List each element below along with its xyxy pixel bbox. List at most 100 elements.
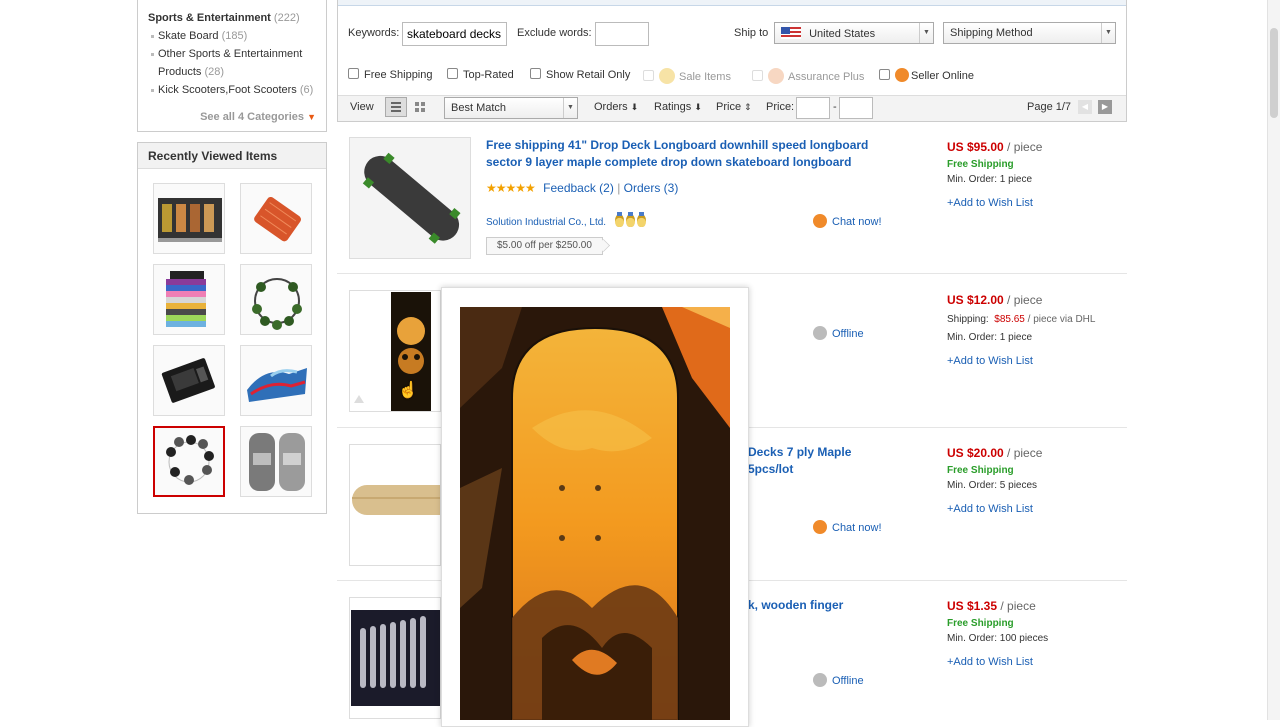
see-all-label[interactable]: See all 4 Categories xyxy=(200,111,304,123)
checkbox-box[interactable] xyxy=(447,68,458,79)
offline-status: Offline xyxy=(813,673,864,687)
recent-item-thumb-selected[interactable] xyxy=(153,426,225,497)
shipping-method-select[interactable]: Shipping Method ▼ xyxy=(943,22,1116,44)
rating-stars-icon: ★★★★★ xyxy=(486,181,536,195)
ship-to-select[interactable]: United States ▼ xyxy=(774,22,934,44)
show-retail-checkbox[interactable]: Show Retail Only xyxy=(530,68,630,81)
checkbox-box[interactable] xyxy=(643,70,654,81)
recent-item-thumb[interactable] xyxy=(153,183,225,254)
product-image[interactable] xyxy=(349,444,441,566)
product-title-line[interactable]: Decks 7 ply Maple xyxy=(748,444,851,461)
sort-orders-label: Orders xyxy=(594,101,628,113)
recent-item-thumb[interactable] xyxy=(153,345,225,416)
keywords-input[interactable] xyxy=(402,22,507,46)
list-view-icon[interactable] xyxy=(385,97,407,117)
add-to-wish-list-link[interactable]: +Add to Wish List xyxy=(947,197,1033,209)
product-title-line[interactable]: 5pcs/lot xyxy=(748,461,851,478)
checkbox-box[interactable] xyxy=(752,70,763,81)
product-title-link[interactable]: Free shipping 41" Drop Deck Longboard do… xyxy=(486,137,916,171)
subcategory-count: (28) xyxy=(204,66,225,78)
subcategory-label[interactable]: Skate Board xyxy=(158,30,219,42)
price-max-input[interactable] xyxy=(839,97,873,119)
prev-page-icon[interactable]: ◀ xyxy=(1078,100,1092,114)
arrow-down-icon: ⬇ xyxy=(630,102,639,112)
ship-to-label: Ship to xyxy=(734,27,769,39)
scrollbar-thumb[interactable] xyxy=(1270,28,1278,118)
price-min-input[interactable] xyxy=(796,97,830,119)
product-image[interactable] xyxy=(349,137,471,259)
grid-view-icon[interactable] xyxy=(415,102,425,112)
chat-label[interactable]: Chat now! xyxy=(832,522,882,534)
free-shipping-text: Free Shipping xyxy=(947,465,1014,476)
subcategory-other-sports[interactable]: Other Sports & Entertainment Products (2… xyxy=(148,45,316,81)
sort-price[interactable]: Price ⇕ xyxy=(716,101,752,113)
category-main[interactable]: Sports & Entertainment (222) xyxy=(148,12,316,24)
product-title-link[interactable]: k, wooden finger xyxy=(748,597,843,614)
price-unit: / piece xyxy=(1003,140,1043,154)
shipping-cost: $85.65 xyxy=(994,314,1025,325)
subcategory-count: (6) xyxy=(299,84,314,96)
subcategory-skate-board[interactable]: Skate Board (185) xyxy=(148,27,316,45)
assurance-plus-checkbox[interactable]: Assurance Plus xyxy=(752,68,864,84)
product-title-link[interactable]: Decks 7 ply Maple 5pcs/lot xyxy=(748,444,851,478)
product-title-line[interactable]: Free shipping 41" Drop Deck Longboard do… xyxy=(486,137,916,154)
product-title-line[interactable]: sector 9 layer maple complete drop down … xyxy=(486,154,916,171)
seller-link[interactable]: Solution Industrial Co., Ltd. xyxy=(486,212,646,228)
next-page-icon[interactable]: ▶ xyxy=(1098,100,1112,114)
checkbox-label: Assurance Plus xyxy=(788,71,865,83)
subcategory-label[interactable]: Other Sports & Entertainment Products xyxy=(158,48,302,78)
sort-price-label: Price xyxy=(716,101,742,113)
seller-online-checkbox[interactable]: Seller Online xyxy=(879,68,974,82)
category-box: Sports & Entertainment (222) Skate Board… xyxy=(137,0,327,132)
sort-select[interactable]: Best Match ▼ xyxy=(444,97,578,119)
recent-item-thumb[interactable] xyxy=(240,426,312,497)
triangle-down-icon: ▼ xyxy=(307,112,316,122)
product-image[interactable] xyxy=(349,290,441,412)
chat-now-link[interactable]: Chat now! xyxy=(813,214,882,228)
min-order-text: Min. Order: 100 pieces xyxy=(947,633,1049,644)
checkbox-box[interactable] xyxy=(879,69,890,80)
recent-item-thumb[interactable] xyxy=(240,183,312,254)
page-scrollbar[interactable] xyxy=(1267,0,1280,720)
product-thumb-image xyxy=(247,368,307,402)
gold-medal-icon xyxy=(625,212,635,227)
product-image[interactable] xyxy=(349,597,441,719)
shipping-method-value: Shipping Method xyxy=(950,27,1033,39)
add-to-wish-list-link[interactable]: +Add to Wish List xyxy=(947,355,1033,367)
add-to-wish-list-link[interactable]: +Add to Wish List xyxy=(947,656,1033,668)
subcategory-kick-scooters[interactable]: Kick Scooters,Foot Scooters (6) xyxy=(148,81,316,99)
offline-face-icon xyxy=(813,673,827,687)
checkbox-box[interactable] xyxy=(530,68,541,79)
recent-item-thumb[interactable] xyxy=(153,264,225,335)
product-price: US $1.35 / piece xyxy=(947,599,1036,613)
add-to-wish-list-link[interactable]: +Add to Wish List xyxy=(947,503,1033,515)
free-shipping-checkbox[interactable]: Free Shipping xyxy=(348,68,433,81)
sort-ratings[interactable]: Ratings ⬇ xyxy=(654,101,702,113)
row-divider xyxy=(337,273,1127,274)
view-label: View xyxy=(350,101,374,113)
coupon-tag[interactable]: $5.00 off per $250.00 xyxy=(486,237,603,255)
chevron-down-icon: ▼ xyxy=(563,98,577,118)
checkbox-label: Show Retail Only xyxy=(546,69,631,81)
product-thumb-image xyxy=(254,196,301,242)
seller-name[interactable]: Solution Industrial Co., Ltd. xyxy=(486,217,606,228)
chat-now-link[interactable]: Chat now! xyxy=(813,520,882,534)
price-unit: / piece xyxy=(1003,446,1043,460)
sort-updown-icon: ⇕ xyxy=(744,102,752,112)
top-rated-checkbox[interactable]: Top-Rated xyxy=(447,68,514,81)
recent-item-thumb[interactable] xyxy=(240,264,312,335)
sort-orders[interactable]: Orders ⬇ xyxy=(594,101,638,113)
online-face-icon xyxy=(895,68,909,82)
chevron-down-icon: ▼ xyxy=(919,23,933,43)
sale-items-checkbox[interactable]: Sale Items xyxy=(643,68,731,84)
checkbox-box[interactable] xyxy=(348,68,359,79)
category-main-label[interactable]: Sports & Entertainment xyxy=(148,12,271,24)
price-range-label: Price: xyxy=(766,101,795,113)
chat-label[interactable]: Chat now! xyxy=(832,216,882,228)
subcategory-label[interactable]: Kick Scooters,Foot Scooters xyxy=(158,84,297,96)
exclude-words-input[interactable] xyxy=(595,22,649,46)
orders-link[interactable]: Orders (3) xyxy=(624,181,679,195)
recent-item-thumb[interactable] xyxy=(240,345,312,416)
feedback-link[interactable]: Feedback (2) xyxy=(543,181,614,195)
see-all-categories-link[interactable]: See all 4 Categories ▼ xyxy=(200,111,316,123)
